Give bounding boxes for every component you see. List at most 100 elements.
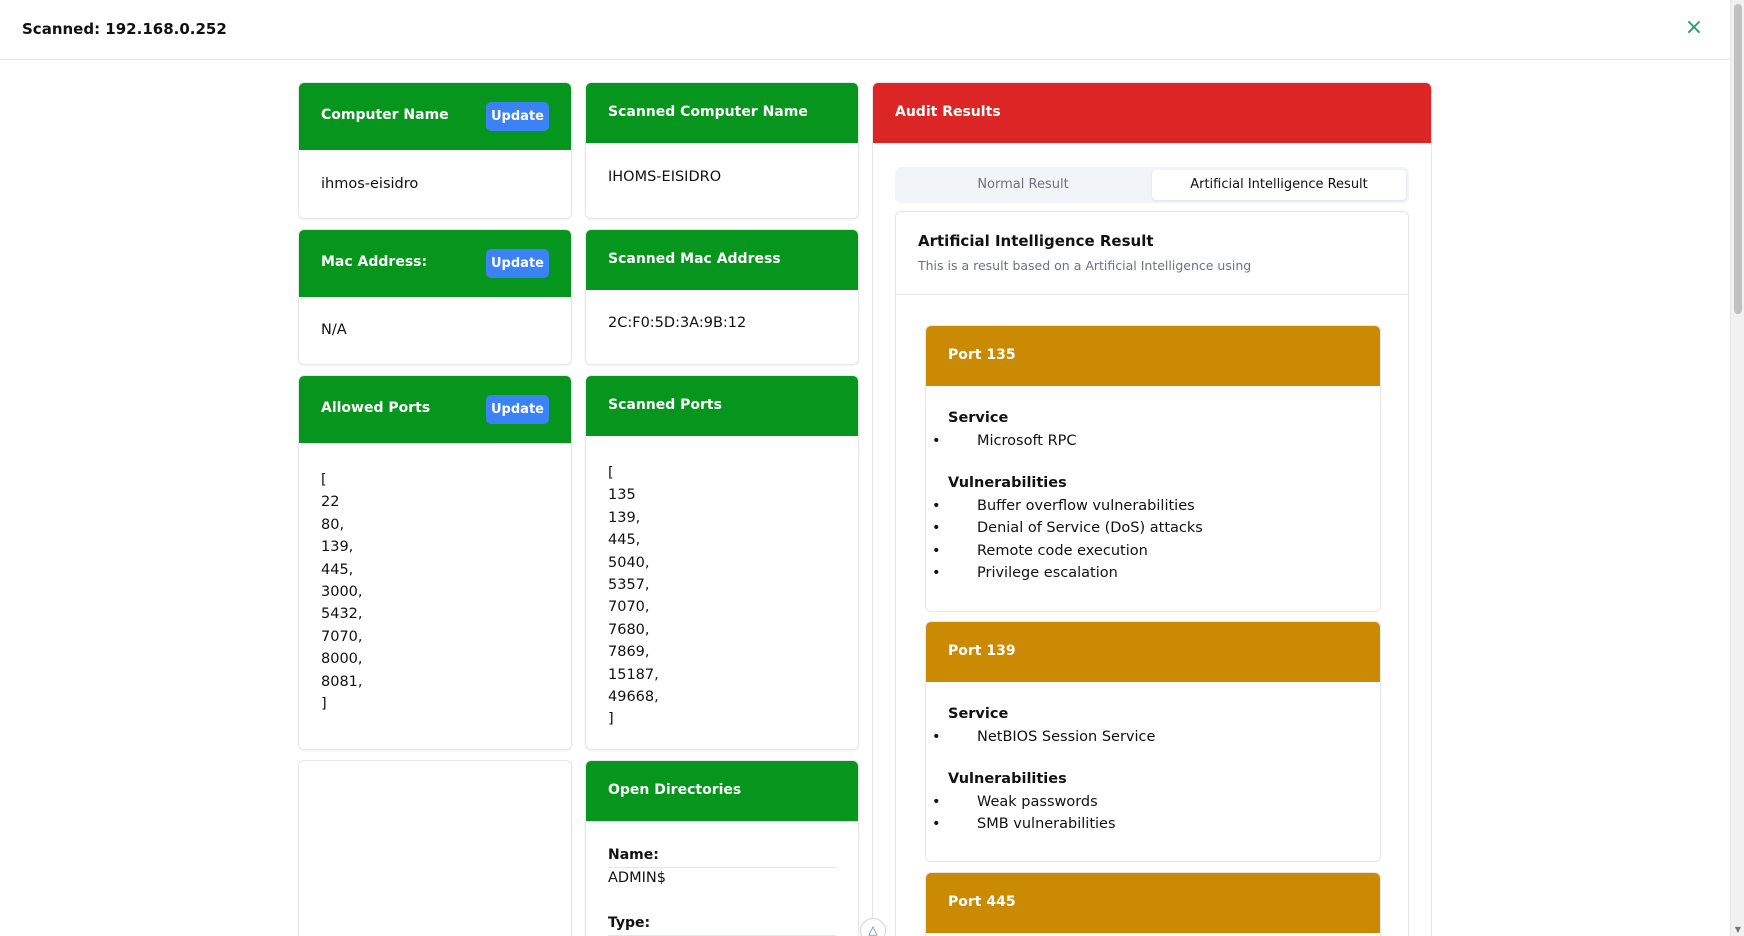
list-item: [: [608, 465, 614, 481]
bullet-icon: •: [932, 498, 941, 514]
scanned-mac-address-card: Scanned Mac Address 2C:F0:5D:3A:9B:12: [585, 229, 859, 365]
list-item: 15187,: [608, 666, 659, 683]
update-allowed-ports-button[interactable]: Update: [486, 395, 549, 424]
scroll-down-icon[interactable]: ▼: [1734, 926, 1742, 934]
close-icon[interactable]: ×: [1682, 16, 1706, 40]
port-445-header: Port 445: [926, 873, 1380, 933]
open-directories-card: Open Directories Name: ADMIN$ Type:: [585, 760, 859, 936]
vulnerability-text: Remote code execution: [977, 543, 1148, 559]
update-mac-address-button[interactable]: Update: [486, 249, 549, 278]
scrollbar-thumb[interactable]: [1734, 4, 1742, 314]
list-item: 5040,: [608, 554, 650, 571]
list-item: 7869,: [608, 644, 650, 661]
port-139-card: Port 139 Service • NetBIOS Session Servic…: [925, 621, 1381, 862]
page-title: Scanned: 192.168.0.252: [22, 20, 227, 38]
scanned-ports-card: Scanned Ports [ 135 139, 445, 5040, 5357…: [585, 375, 859, 750]
divider: [896, 294, 1408, 295]
allowed-ports-card: Allowed Ports Update [ 22 80, 139, 445, …: [298, 375, 572, 750]
computer-name-header: Computer Name Update: [299, 83, 571, 150]
vulnerability-text: Denial of Service (DoS) attacks: [977, 520, 1203, 536]
bullet-icon: •: [932, 729, 941, 745]
directory-type-label: Type:: [608, 915, 651, 931]
scrollbar[interactable]: ▼: [1730, 0, 1744, 936]
port-135-header: Port 135: [926, 326, 1380, 386]
vulnerability-text: Weak passwords: [977, 794, 1098, 810]
allowed-ports-title: Allowed Ports: [321, 400, 431, 416]
ai-result-title: Artificial Intelligence Result: [918, 232, 1154, 250]
list-item: ]: [608, 711, 614, 728]
bullet-icon: •: [932, 433, 941, 449]
bullet-icon: •: [932, 794, 941, 810]
bullet-icon: •: [932, 520, 941, 536]
list-item: 445,: [321, 561, 354, 578]
scanned-mac-address-value: 2C:F0:5D:3A:9B:12: [608, 315, 747, 331]
bullet-icon: •: [932, 816, 941, 832]
mac-address-value: N/A: [321, 322, 347, 338]
ai-result-panel: Artificial Intelligence Result This is a…: [895, 211, 1409, 936]
scanned-ports-list: [ 135 139, 445, 5040, 5357, 7070, 7680, …: [586, 436, 858, 731]
scanned-mac-address-header: Scanned Mac Address: [586, 230, 858, 290]
computer-name-title: Computer Name: [321, 107, 449, 123]
port-445-title: Port 445: [948, 894, 1016, 910]
list-item: 7070,: [321, 628, 363, 645]
directory-name-value: ADMIN$: [608, 870, 666, 886]
port-135-card: Port 135 Service • Microsoft RPC Vulnerab…: [925, 325, 1381, 612]
mac-address-title: Mac Address:: [321, 254, 428, 270]
list-item: 135: [608, 487, 636, 504]
list-item: ]: [321, 695, 327, 712]
directory-name-label: Name:: [608, 847, 659, 863]
ai-result-subtitle: This is a result based on a Artificial I…: [918, 258, 1252, 273]
mac-address-card: Mac Address: Update N/A: [298, 229, 572, 365]
list-item: 3000,: [321, 583, 363, 600]
audit-results-header: Audit Results: [873, 83, 1431, 143]
vulnerability-text: Privilege escalation: [977, 565, 1118, 581]
divider: [608, 867, 836, 868]
tab-ai-result[interactable]: Artificial Intelligence Result: [1152, 170, 1406, 200]
list-item: 5357,: [608, 576, 650, 593]
mac-address-header: Mac Address: Update: [299, 230, 571, 297]
port-139-header: Port 139: [926, 622, 1380, 682]
bullet-icon: •: [932, 543, 941, 559]
port-135-title: Port 135: [948, 347, 1016, 363]
result-tabs: Normal Result Artificial Intelligence Re…: [895, 167, 1409, 203]
audit-results-card: Audit Results Normal Result Artificial I…: [872, 82, 1432, 936]
vulnerability-text: SMB vulnerabilities: [977, 816, 1116, 832]
list-item: 7680,: [608, 621, 650, 638]
service-name: NetBIOS Session Service: [977, 729, 1156, 745]
list-item: 5432,: [321, 606, 363, 623]
list-item: 80,: [321, 516, 345, 533]
open-directories-title: Open Directories: [608, 782, 742, 798]
scanned-ports-header: Scanned Ports: [586, 376, 858, 436]
computer-name-value: ihmos-eisidro: [321, 176, 419, 192]
update-computer-name-button[interactable]: Update: [486, 102, 549, 131]
computer-name-card: Computer Name Update ihmos-eisidro: [298, 82, 572, 219]
scanned-computer-name-header: Scanned Computer Name: [586, 83, 858, 143]
bullet-icon: •: [932, 565, 941, 581]
list-item: 7070,: [608, 599, 650, 616]
list-item: 22: [321, 494, 340, 511]
service-heading: Service: [948, 410, 1009, 426]
port-139-title: Port 139: [948, 643, 1016, 659]
list-item: 445,: [608, 532, 641, 549]
list-item: 8000,: [321, 651, 363, 668]
list-item: 139,: [321, 539, 354, 556]
list-item: 139,: [608, 509, 641, 526]
open-directories-header: Open Directories: [586, 761, 858, 821]
tab-normal-result[interactable]: Normal Result: [898, 170, 1148, 200]
service-heading: Service: [948, 706, 1009, 722]
list-item: 49668,: [608, 688, 659, 705]
list-item: 8081,: [321, 673, 363, 690]
list-item: [: [321, 472, 327, 488]
vulnerabilities-heading: Vulnerabilities: [948, 475, 1067, 491]
service-name: Microsoft RPC: [977, 433, 1077, 449]
scanned-computer-name-title: Scanned Computer Name: [608, 104, 808, 120]
allowed-ports-header: Allowed Ports Update: [299, 376, 571, 443]
vulnerability-text: Buffer overflow vulnerabilities: [977, 498, 1195, 514]
scanned-computer-name-value: IHOMS-EISIDRO: [608, 169, 722, 185]
modal-header: Scanned: 192.168.0.252 ×: [0, 0, 1730, 60]
scanned-mac-address-title: Scanned Mac Address: [608, 251, 781, 267]
scanned-computer-name-card: Scanned Computer Name IHOMS-EISIDRO: [585, 82, 859, 219]
allowed-ports-list: [ 22 80, 139, 445, 3000, 5432, 7070, 800…: [299, 443, 571, 715]
vulnerabilities-heading: Vulnerabilities: [948, 771, 1067, 787]
scanned-ports-title: Scanned Ports: [608, 397, 722, 413]
